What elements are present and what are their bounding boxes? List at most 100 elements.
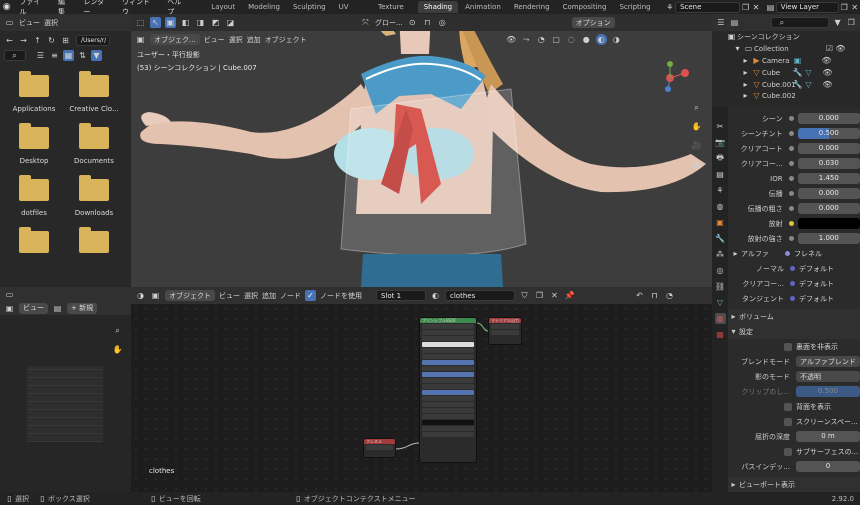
socket-dot-icon[interactable]	[788, 191, 794, 196]
tab-layout[interactable]: Layout	[205, 1, 241, 13]
close-scene-icon[interactable]: ✕	[751, 2, 761, 13]
blender-logo-icon[interactable]: ◉	[0, 0, 13, 14]
interaction-mode-dropdown[interactable]: オブジェク...	[150, 34, 200, 45]
modifier-tab-icon[interactable]: 🔧	[715, 233, 726, 244]
checkbox-icon[interactable]: ☑	[824, 44, 835, 55]
pan-hand-icon[interactable]: ✋	[691, 121, 702, 132]
tab-compositing[interactable]: Compositing	[557, 1, 613, 13]
transform-orientation-dropdown[interactable]: グロー...	[375, 18, 403, 28]
list-horizontal-icon[interactable]: ≡	[49, 50, 60, 61]
transform-orientation-icon[interactable]: ⤧	[360, 17, 371, 28]
file-item[interactable]	[4, 227, 64, 253]
socket-dot-icon[interactable]	[788, 116, 794, 121]
socket-dot-icon[interactable]	[790, 281, 795, 286]
select-invert-icon[interactable]: ◩	[210, 17, 221, 28]
alpha-link-value[interactable]: フレネル	[794, 249, 822, 259]
world-tab-icon[interactable]: ◍	[715, 201, 726, 212]
copy-view-layer-icon[interactable]: ❐	[839, 2, 849, 13]
view-layer-icon[interactable]: ▤	[765, 2, 775, 13]
shader-node-editor[interactable]: ◑ ▣ オブジェクト ビュー 選択 追加 ノード ✓ ノードを使用 Slot 1…	[131, 287, 712, 492]
outliner-row-collection[interactable]: ▾ ▭ Collection ☑ 👁	[726, 43, 860, 55]
file-item[interactable]: Downloads	[64, 175, 124, 217]
thumbnail-view-icon[interactable]: ▦	[63, 50, 74, 61]
socket-dot-icon[interactable]	[788, 146, 794, 151]
eye-icon[interactable]: 👁	[822, 80, 833, 91]
image-canvas-grid[interactable]	[27, 366, 103, 442]
refresh-icon[interactable]: ↻	[46, 35, 57, 46]
pivot-icon[interactable]: ⊙	[407, 17, 418, 28]
tab-shading[interactable]: Shading	[417, 1, 459, 13]
expand-arrow-icon[interactable]: ▸	[740, 56, 751, 67]
tab-modeling[interactable]: Modeling	[242, 1, 286, 13]
viewport-options-button[interactable]: オプション	[571, 17, 615, 28]
expand-arrow-icon[interactable]: ▸	[740, 80, 751, 91]
file-item[interactable]: Creative Clo...	[64, 71, 124, 113]
viewport-display-section-header[interactable]: ▸ ビューポート表示	[728, 477, 860, 492]
new-folder-icon[interactable]: ⊞	[60, 35, 71, 46]
backface-culling-checkbox[interactable]	[784, 342, 792, 351]
tool-tab-icon[interactable]: ✂	[715, 121, 726, 132]
snap-icon[interactable]: ⊓	[422, 17, 433, 28]
socket-dot-icon[interactable]	[785, 251, 790, 256]
file-item[interactable]	[64, 227, 124, 253]
image-new-button[interactable]: + 新規	[67, 302, 98, 314]
outliner-row-cube[interactable]: ▸ ▽ Cube 🔧 ▽ 👁	[726, 67, 860, 79]
outliner-row-camera[interactable]: ▸ ▶ Camera ▣ 👁	[726, 55, 860, 67]
prop-value-field[interactable]: 0.000	[797, 113, 860, 124]
eye-icon[interactable]: 👁	[822, 68, 833, 79]
file-item[interactable]: Desktop	[4, 123, 64, 165]
texture-tab-icon[interactable]: ▦	[715, 329, 726, 340]
refraction-depth-field[interactable]: 0 m	[796, 431, 860, 442]
render-tab-icon[interactable]: 📷	[715, 137, 726, 148]
screen-space-refraction-checkbox[interactable]	[784, 417, 792, 426]
prop-value-field[interactable]: 0.030	[797, 158, 860, 169]
vp-menu-view[interactable]: ビュー	[204, 35, 225, 45]
emission-color-swatch[interactable]	[797, 218, 860, 229]
scene-selector[interactable]: Scene	[675, 1, 741, 13]
tangent-link-value[interactable]: デフォルト	[799, 294, 834, 304]
output-tab-icon[interactable]: 🖶	[715, 153, 726, 164]
zoom-icon[interactable]: ⌕	[691, 102, 702, 113]
select-extend-icon[interactable]: ◧	[180, 17, 191, 28]
scene-tab-icon[interactable]: ⚘	[715, 185, 726, 196]
clearcoat-normal-link-value[interactable]: デフォルト	[799, 279, 834, 289]
gizmo-icon[interactable]: ⤳	[521, 34, 532, 45]
constraints-tab-icon[interactable]: ⛓	[715, 281, 726, 292]
socket-dot-icon[interactable]	[788, 131, 794, 136]
blend-mode-dropdown[interactable]: アルファブレンド	[796, 356, 860, 367]
fb-menu-select[interactable]: 選択	[44, 18, 58, 28]
fb-search-input[interactable]: ⌕	[4, 50, 26, 61]
prop-value-field[interactable]: 0.000	[797, 143, 860, 154]
socket-dot-icon[interactable]	[788, 206, 794, 211]
filter-icon[interactable]: ▼	[91, 50, 102, 61]
volume-section-header[interactable]: ▸ ボリューム	[728, 309, 860, 324]
material-shading-icon[interactable]: ◐	[595, 34, 607, 45]
proportional-edit-icon[interactable]: ◎	[437, 17, 448, 28]
tab-uv-editing[interactable]: UV Editing	[333, 1, 371, 23]
prop-value-field[interactable]: 0.000	[797, 188, 860, 199]
back-arrow-icon[interactable]: ←	[4, 35, 15, 46]
tab-sculpting[interactable]: Sculpting	[287, 1, 332, 13]
outliner-row-cube-001[interactable]: ▸ ▽ Cube.001 🔧 ▽ 👁	[726, 79, 860, 91]
tab-texture-paint[interactable]: Texture Paint	[372, 1, 417, 23]
editor-type-icon[interactable]: ☰	[716, 17, 726, 28]
solid-shading-icon[interactable]: ●	[581, 34, 592, 45]
normal-link-value[interactable]: デフォルト	[799, 264, 834, 274]
view-layer-tab-icon[interactable]: ▤	[715, 169, 726, 180]
list-vertical-icon[interactable]: ☰	[35, 50, 46, 61]
eye-icon[interactable]: 👁	[821, 56, 832, 67]
socket-dot-icon[interactable]	[790, 296, 795, 301]
shadow-mode-dropdown[interactable]: 不透明	[796, 371, 860, 382]
vp-menu-add[interactable]: 追加	[247, 35, 261, 45]
socket-dot-icon[interactable]	[788, 221, 794, 226]
vp-menu-object[interactable]: オブジェクト	[265, 35, 307, 45]
tab-rendering[interactable]: Rendering	[508, 1, 556, 13]
expand-arrow-icon[interactable]: ▾	[732, 44, 743, 55]
material-tab-icon[interactable]: ◍	[714, 313, 726, 324]
image-view-dropdown[interactable]: ビュー	[19, 302, 48, 314]
prop-value-slider[interactable]: 0.500	[797, 128, 860, 139]
prop-value-field[interactable]: 1.450	[797, 173, 860, 184]
vp-menu-select[interactable]: 選択	[229, 35, 243, 45]
pass-index-field[interactable]: 0	[796, 461, 860, 472]
zoom-icon[interactable]: ⌕	[112, 325, 123, 336]
